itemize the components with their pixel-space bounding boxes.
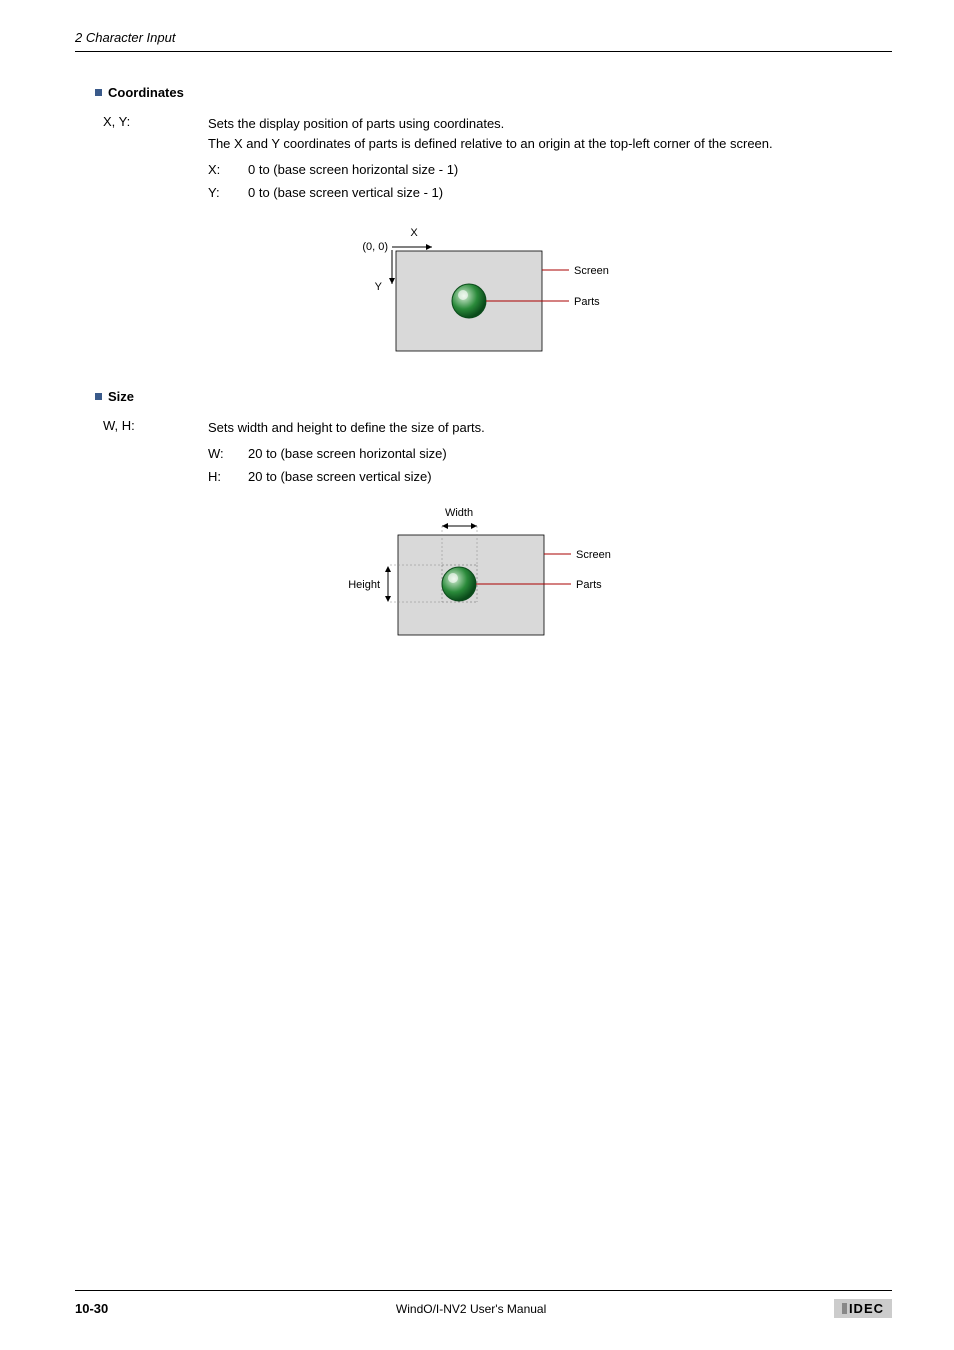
brand-logo-text: IDEC [849, 1301, 884, 1316]
brand-logo: IDEC [834, 1299, 892, 1318]
coordinates-term: X, Y: [103, 114, 208, 154]
size-heading-text: Size [108, 389, 134, 404]
coordinates-desc-2: The X and Y coordinates of parts is defi… [208, 134, 892, 154]
coord-x-term: X: [208, 162, 248, 177]
coord-y-desc: 0 to (base screen vertical size - 1) [248, 185, 892, 200]
size-h-term: H: [208, 469, 248, 484]
page-number: 10-30 [75, 1301, 108, 1316]
coordinates-heading: Coordinates [95, 85, 892, 100]
coordinates-diagram: (0, 0) X Y Screen Parts [95, 218, 892, 361]
bullet-icon [95, 89, 102, 96]
size-screen-label: Screen [576, 549, 611, 561]
x-axis-label: X [410, 227, 418, 239]
origin-label: (0, 0) [362, 241, 388, 253]
coord-parts-label: Parts [574, 296, 600, 308]
width-label: Width [444, 507, 472, 519]
size-heading: Size [95, 389, 892, 404]
size-w-desc: 20 to (base screen horizontal size) [248, 446, 892, 461]
size-h-desc: 20 to (base screen vertical size) [248, 469, 892, 484]
size-h-row: H: 20 to (base screen vertical size) [208, 469, 892, 484]
coord-screen-label: Screen [574, 265, 609, 277]
coord-y-row: Y: 0 to (base screen vertical size - 1) [208, 185, 892, 200]
bullet-icon [95, 393, 102, 400]
manual-title: WindO/I-NV2 User's Manual [396, 1302, 546, 1316]
size-diagram: Width Height [95, 502, 892, 655]
parts-icon [452, 284, 486, 318]
coord-y-term: Y: [208, 185, 248, 200]
size-w-term: W: [208, 446, 248, 461]
coord-x-desc: 0 to (base screen horizontal size - 1) [248, 162, 892, 177]
parts-icon [442, 567, 476, 601]
size-w-row: W: 20 to (base screen horizontal size) [208, 446, 892, 461]
page-content: Coordinates X, Y: Sets the display posit… [95, 85, 892, 683]
size-desc: Sets width and height to define the size… [208, 418, 892, 438]
height-label: Height [348, 579, 380, 591]
size-parts-label: Parts [576, 579, 602, 591]
y-axis-label: Y [374, 281, 382, 293]
size-term: W, H: [103, 418, 208, 438]
coordinates-def: X, Y: Sets the display position of parts… [103, 114, 892, 154]
coordinates-desc: Sets the display position of parts using… [208, 114, 892, 154]
coordinates-desc-1: Sets the display position of parts using… [208, 114, 892, 134]
size-def: W, H: Sets width and height to define th… [103, 418, 892, 438]
page-footer: 10-30 WindO/I-NV2 User's Manual IDEC [75, 1290, 892, 1318]
coord-x-row: X: 0 to (base screen horizontal size - 1… [208, 162, 892, 177]
size-desc-1: Sets width and height to define the size… [208, 418, 892, 438]
page-header: 2 Character Input [75, 30, 892, 52]
coordinates-heading-text: Coordinates [108, 85, 184, 100]
